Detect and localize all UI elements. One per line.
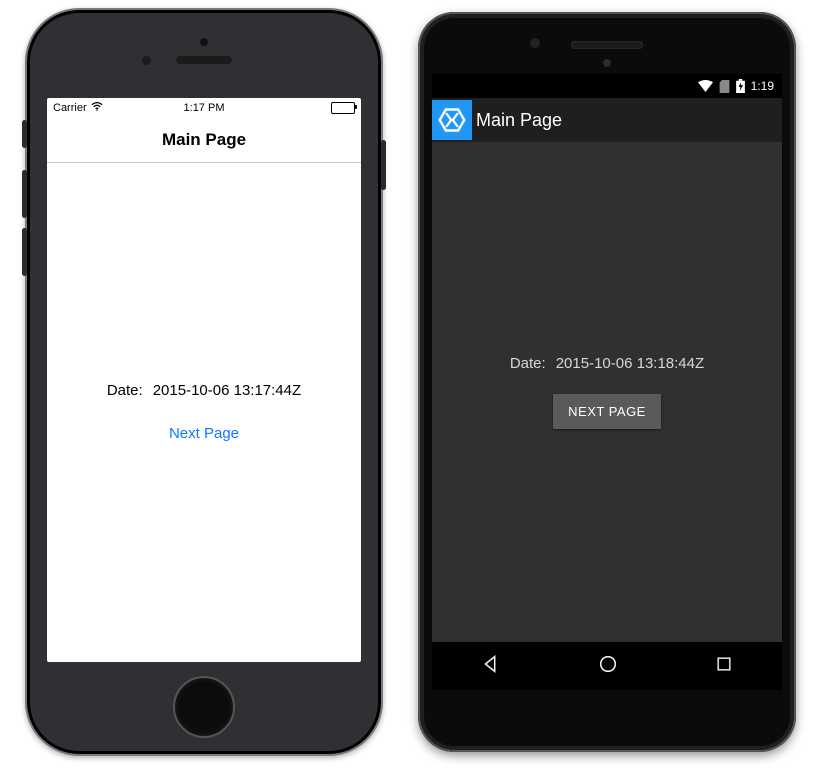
next-page-button[interactable]: Next Page bbox=[169, 425, 239, 442]
date-value: 2015-10-06 13:18:44Z bbox=[556, 355, 704, 372]
android-status-bar: 1:19 bbox=[432, 74, 782, 98]
sd-card-icon bbox=[719, 80, 730, 93]
date-label: Date: bbox=[107, 382, 143, 399]
android-screen: 1:19 Main Page Date: 2015-10-06 13:18:44… bbox=[432, 74, 782, 690]
sensor-icon bbox=[142, 56, 151, 65]
wifi-icon bbox=[91, 102, 103, 114]
home-icon[interactable] bbox=[597, 653, 619, 680]
back-icon[interactable] bbox=[480, 653, 502, 680]
ios-content: Date: 2015-10-06 13:17:44Z Next Page bbox=[47, 162, 361, 662]
recent-apps-icon[interactable] bbox=[714, 654, 734, 679]
date-value: 2015-10-06 13:17:44Z bbox=[153, 382, 301, 399]
android-device-frame: 1:19 Main Page Date: 2015-10-06 13:18:44… bbox=[418, 12, 796, 752]
mute-switch bbox=[22, 120, 27, 148]
front-camera-icon bbox=[530, 38, 540, 48]
date-label: Date: bbox=[510, 355, 546, 372]
xamarin-icon bbox=[432, 100, 472, 140]
sensor-icon bbox=[603, 59, 611, 67]
iphone-screen: Carrier 1:17 PM Main Pa bbox=[47, 98, 361, 662]
front-camera-icon bbox=[200, 38, 208, 46]
wifi-icon bbox=[698, 80, 713, 92]
android-app-bar: Main Page bbox=[432, 98, 782, 142]
ios-status-bar: Carrier 1:17 PM bbox=[47, 98, 361, 118]
status-time: 1:19 bbox=[751, 79, 774, 93]
earpiece-icon bbox=[571, 41, 643, 49]
battery-icon bbox=[331, 102, 355, 114]
ios-nav-bar: Main Page bbox=[47, 118, 361, 163]
carrier-label: Carrier bbox=[53, 102, 87, 114]
android-navigation-bar bbox=[432, 642, 782, 690]
page-title: Main Page bbox=[162, 130, 246, 150]
earpiece-icon bbox=[176, 56, 232, 64]
power-btn bbox=[381, 140, 386, 190]
battery-charging-icon bbox=[736, 79, 745, 93]
page-title: Main Page bbox=[476, 110, 562, 131]
volume-up-btn bbox=[22, 170, 27, 218]
android-content: Date: 2015-10-06 13:18:44Z NEXT PAGE bbox=[432, 142, 782, 642]
home-button[interactable] bbox=[173, 676, 235, 738]
iphone-device-frame: Carrier 1:17 PM Main Pa bbox=[25, 8, 383, 756]
volume-down-btn bbox=[22, 228, 27, 276]
date-row: Date: 2015-10-06 13:18:44Z bbox=[510, 355, 704, 372]
next-page-button[interactable]: NEXT PAGE bbox=[553, 394, 661, 429]
date-row: Date: 2015-10-06 13:17:44Z bbox=[107, 382, 301, 399]
